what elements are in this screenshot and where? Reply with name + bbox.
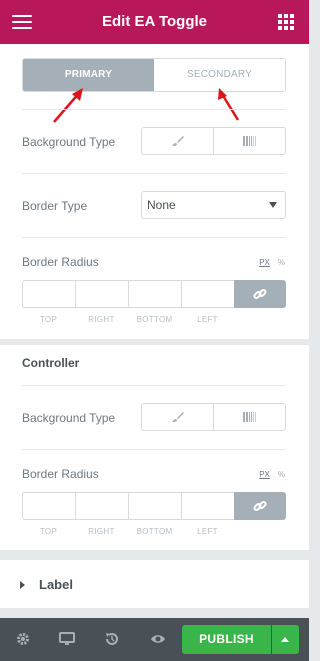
label-section-title: Label — [39, 577, 73, 592]
border-type-value: None — [147, 198, 176, 212]
divider — [22, 173, 286, 174]
classic-background-option[interactable] — [142, 404, 214, 430]
classic-background-option[interactable] — [142, 128, 214, 154]
border-radius-label: Border Radius — [22, 255, 99, 269]
radius-right-input[interactable] — [75, 280, 128, 308]
editor-footer: PUBLISH — [0, 618, 309, 661]
brush-icon — [171, 412, 184, 422]
settings-icon[interactable] — [15, 631, 31, 647]
label-section-toggle[interactable]: Label — [20, 577, 73, 592]
controller-border-radius-dimensions — [22, 492, 286, 520]
label-right: RIGHT — [88, 527, 115, 536]
label-top: TOP — [39, 315, 58, 324]
controller-background-type-choices — [141, 403, 286, 431]
divider — [22, 109, 286, 110]
annotation-arrow-icon — [53, 88, 83, 123]
publish-button[interactable]: PUBLISH — [182, 625, 271, 654]
divider — [22, 385, 286, 386]
link-values-button[interactable] — [234, 492, 286, 520]
radius-left-input[interactable] — [181, 280, 234, 308]
publish-options-button[interactable] — [272, 625, 299, 654]
unit-percent[interactable]: % — [278, 258, 285, 267]
radius-right-input[interactable] — [75, 492, 128, 520]
radius-bottom-input[interactable] — [128, 280, 181, 308]
border-radius-dimensions — [22, 280, 286, 308]
gradient-background-option[interactable] — [214, 404, 285, 430]
brush-icon — [171, 136, 184, 146]
caret-right-icon — [20, 580, 25, 589]
label-top: TOP — [39, 527, 58, 536]
gradient-icon — [242, 412, 256, 422]
border-type-label: Border Type — [22, 199, 88, 213]
panel-title: Edit EA Toggle — [102, 13, 207, 30]
radius-bottom-input[interactable] — [128, 492, 181, 520]
editor-header: Edit EA Toggle — [0, 0, 309, 44]
background-type-label: Background Type — [22, 135, 116, 149]
divider — [22, 449, 286, 450]
caret-down-icon — [269, 202, 277, 208]
radius-top-input[interactable] — [22, 280, 75, 308]
link-values-button[interactable] — [234, 280, 286, 308]
preview-icon[interactable] — [150, 631, 166, 647]
background-type-choices — [141, 127, 286, 155]
link-icon — [253, 500, 267, 512]
unit-px[interactable]: PX — [259, 470, 270, 479]
link-icon — [253, 288, 267, 300]
divider — [22, 237, 286, 238]
gradient-icon — [242, 136, 256, 146]
radius-left-input[interactable] — [181, 492, 234, 520]
history-icon[interactable] — [104, 631, 120, 647]
controller-border-radius-label: Border Radius — [22, 467, 99, 481]
grid-icon[interactable] — [278, 14, 294, 30]
annotation-arrow-icon — [218, 88, 240, 121]
dimension-labels: TOP RIGHT BOTTOM LEFT — [22, 315, 234, 324]
units-switcher: PX% — [259, 258, 285, 267]
dimension-labels: TOP RIGHT BOTTOM LEFT — [22, 527, 234, 536]
radius-top-input[interactable] — [22, 492, 75, 520]
border-type-select[interactable]: None — [141, 191, 286, 219]
caret-up-icon — [281, 637, 289, 642]
label-right: RIGHT — [88, 315, 115, 324]
units-switcher: PX% — [259, 470, 285, 479]
gradient-background-option[interactable] — [214, 128, 285, 154]
label-bottom: BOTTOM — [136, 315, 173, 324]
label-left: LEFT — [197, 527, 218, 536]
controller-heading: Controller — [22, 356, 80, 370]
unit-percent[interactable]: % — [278, 470, 285, 479]
label-left: LEFT — [197, 315, 218, 324]
controller-background-type-label: Background Type — [22, 411, 116, 425]
label-bottom: BOTTOM — [136, 527, 173, 536]
unit-px[interactable]: PX — [259, 258, 270, 267]
tab-primary[interactable]: PRIMARY — [23, 59, 154, 91]
responsive-icon[interactable] — [59, 631, 75, 647]
